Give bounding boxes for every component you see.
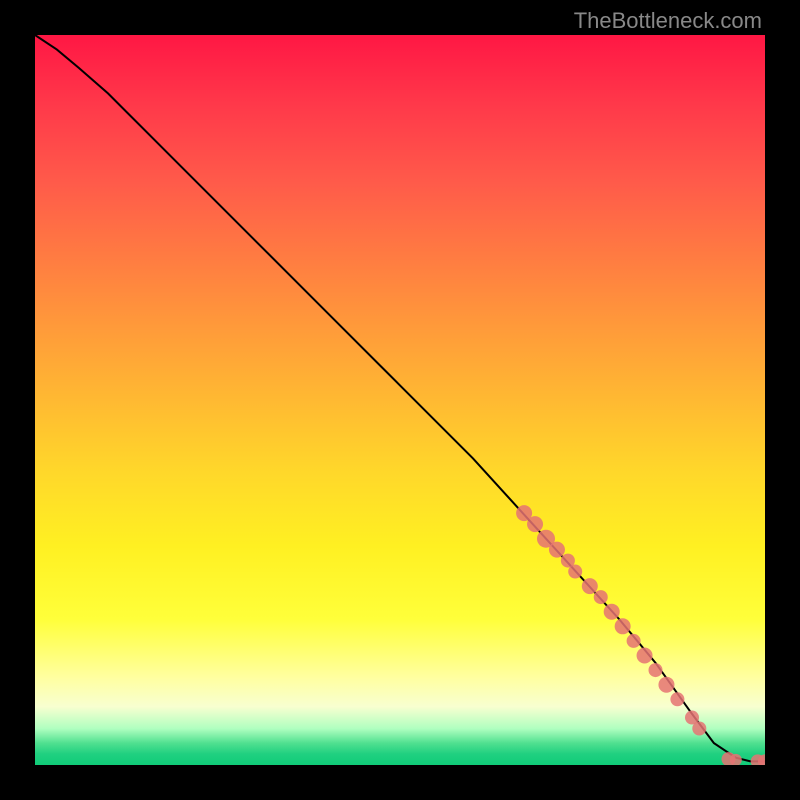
marker-dot xyxy=(594,590,608,604)
marker-dot xyxy=(615,618,631,634)
chart-svg xyxy=(35,35,765,765)
marker-dot xyxy=(604,604,620,620)
marker-dot xyxy=(582,578,598,594)
plot-area xyxy=(35,35,765,765)
marker-dot xyxy=(637,648,653,664)
marker-group xyxy=(516,505,765,765)
watermark-text: TheBottleneck.com xyxy=(574,8,762,34)
marker-dot xyxy=(658,677,674,693)
marker-dot xyxy=(549,542,565,558)
marker-dot xyxy=(568,565,582,579)
marker-dot xyxy=(627,634,641,648)
curve-line xyxy=(35,35,765,761)
marker-dot xyxy=(692,722,706,736)
marker-dot xyxy=(527,516,543,532)
marker-dot xyxy=(649,663,663,677)
marker-dot xyxy=(670,692,684,706)
